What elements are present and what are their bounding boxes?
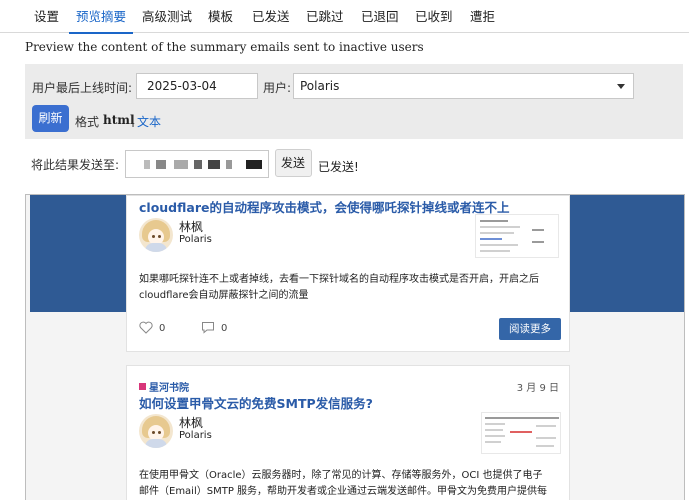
user-select-value: Polaris [300, 79, 340, 93]
last-online-label: 用户最后上线时间: [32, 81, 133, 95]
send-to-label: 将此结果发送至: [31, 158, 120, 172]
email-preview: cloudflare的自动程序攻击模式，会使得哪吒探针掉线或者连不上 林枫 Po… [25, 194, 685, 500]
page-description: Preview the content of the summary email… [25, 40, 424, 54]
user-select[interactable]: Polaris [293, 73, 634, 99]
refresh-button[interactable]: 刷新 [32, 105, 69, 132]
tab-templates[interactable]: 模板 [208, 0, 233, 33]
comment-icon[interactable] [201, 321, 215, 334]
filter-panel: 用户最后上线时间: 2025-03-04 用户: Polaris 刷新 格式 h… [25, 64, 683, 139]
comment-count: 0 [221, 323, 228, 334]
tab-sent[interactable]: 已发送 [252, 0, 290, 33]
redacted-block [246, 160, 262, 169]
card-title[interactable]: cloudflare的自动程序攻击模式，会使得哪吒探针掉线或者连不上 [139, 197, 509, 216]
sent-status: 已发送! [318, 160, 359, 174]
tab-rejected[interactable]: 遭拒 [470, 0, 495, 33]
category-color-icon [139, 383, 146, 390]
user-label: 用户: [263, 81, 292, 95]
avatar [139, 414, 173, 448]
format-text-link[interactable]: 文本 [137, 113, 161, 130]
post-thumbnail [481, 412, 561, 454]
redacted-block [174, 160, 188, 169]
digest-card: 星河书院 3 月 9 日 如何设置甲骨文云的免费SMTP发信服务? 林枫 Pol… [126, 365, 570, 500]
tab-bounced[interactable]: 已退回 [361, 0, 399, 33]
format-label: 格式 [75, 115, 100, 129]
redacted-block [156, 160, 166, 169]
format-separator: | [131, 113, 136, 127]
author-name: 林枫 [179, 220, 204, 234]
send-email-input[interactable] [125, 150, 269, 178]
digest-card: cloudflare的自动程序攻击模式，会使得哪吒探针掉线或者连不上 林枫 Po… [126, 195, 570, 352]
redacted-block [226, 160, 232, 169]
read-more-button[interactable]: 阅读更多 [499, 318, 561, 340]
avatar [139, 218, 173, 252]
tab-advanced-test[interactable]: 高级测试 [142, 0, 192, 33]
tab-bar: 设置 预览摘要 高级测试 模板 已发送 已跳过 已退回 已收到 遭拒 [0, 0, 689, 34]
last-online-date-input[interactable]: 2025-03-04 [136, 73, 258, 99]
redacted-block [208, 160, 220, 169]
post-thumbnail [475, 214, 559, 258]
card-title[interactable]: 如何设置甲骨文云的免费SMTP发信服务? [139, 393, 373, 412]
tab-skipped[interactable]: 已跳过 [306, 0, 344, 33]
heart-icon[interactable] [139, 321, 153, 334]
card-excerpt: 在使用甲骨文（Oracle）云服务器时，除了常见的计算、存储等服务外，OCI 也… [139, 470, 548, 497]
post-date: 3 月 9 日 [516, 383, 559, 394]
chevron-down-icon [617, 84, 625, 89]
tab-received[interactable]: 已收到 [415, 0, 453, 33]
author-name: 林枫 [179, 416, 204, 430]
card-excerpt: 如果哪吒探针连不上或者掉线，去看一下探针域名的自动程序攻击模式是否开启，开启之后… [139, 274, 539, 301]
format-html-option[interactable]: html [103, 113, 135, 127]
author-handle: Polaris [179, 430, 212, 441]
redacted-block [194, 160, 202, 169]
category-label[interactable]: 星河书院 [149, 379, 189, 394]
like-count: 0 [159, 323, 166, 334]
tab-preview-digest[interactable]: 预览摘要 [68, 0, 134, 34]
author-handle: Polaris [179, 234, 212, 245]
redacted-block [144, 160, 150, 169]
tab-settings[interactable]: 设置 [34, 0, 59, 33]
send-button[interactable]: 发送 [275, 149, 312, 177]
